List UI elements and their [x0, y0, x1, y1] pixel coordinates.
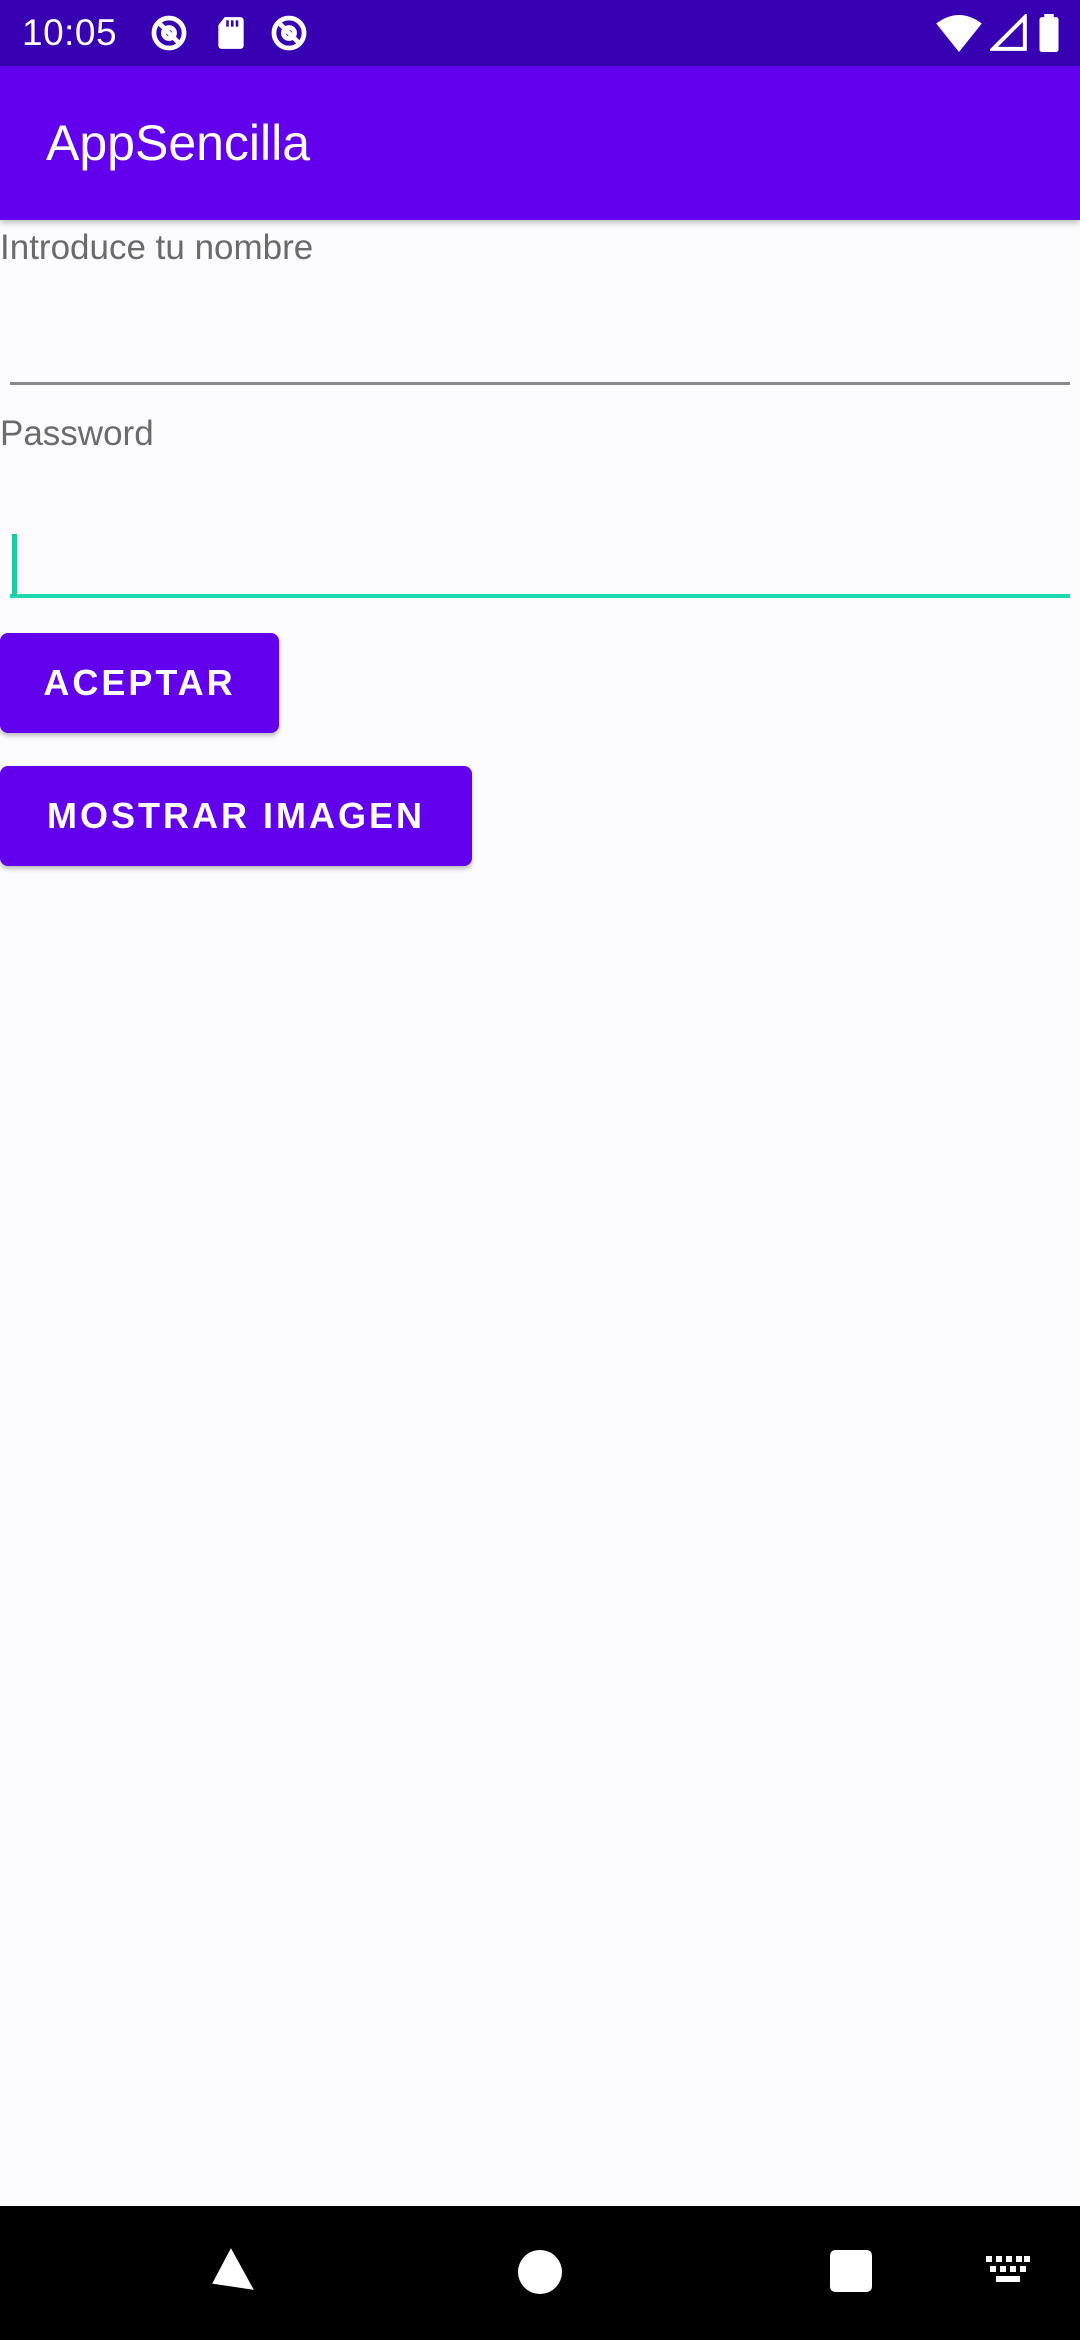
sd-card-icon	[218, 17, 244, 49]
at-sign-icon	[271, 15, 307, 51]
show-image-button[interactable]: MOSTRAR IMAGEN	[0, 766, 472, 866]
home-icon[interactable]	[518, 2250, 562, 2294]
text-cursor	[12, 534, 17, 596]
password-field[interactable]	[10, 494, 1070, 598]
status-time: 10:05	[22, 12, 118, 53]
name-field[interactable]	[10, 282, 1070, 385]
app-bar: AppSencilla	[0, 66, 1080, 220]
name-label: Introduce tu nombre	[0, 228, 314, 267]
battery-icon	[1039, 14, 1059, 52]
cell-signal-icon	[990, 14, 1027, 51]
password-label: Password	[0, 414, 154, 453]
app-title: AppSencilla	[46, 115, 311, 171]
nav-bar	[0, 2206, 1080, 2340]
recents-icon[interactable]	[830, 2250, 872, 2292]
wifi-icon	[936, 14, 982, 52]
back-icon[interactable]	[208, 2244, 258, 2294]
keyboard-icon[interactable]	[986, 2256, 1030, 2286]
accept-button[interactable]: ACEPTAR	[0, 633, 279, 733]
status-bar: 10:05	[0, 0, 1080, 66]
at-sign-icon	[151, 15, 187, 51]
